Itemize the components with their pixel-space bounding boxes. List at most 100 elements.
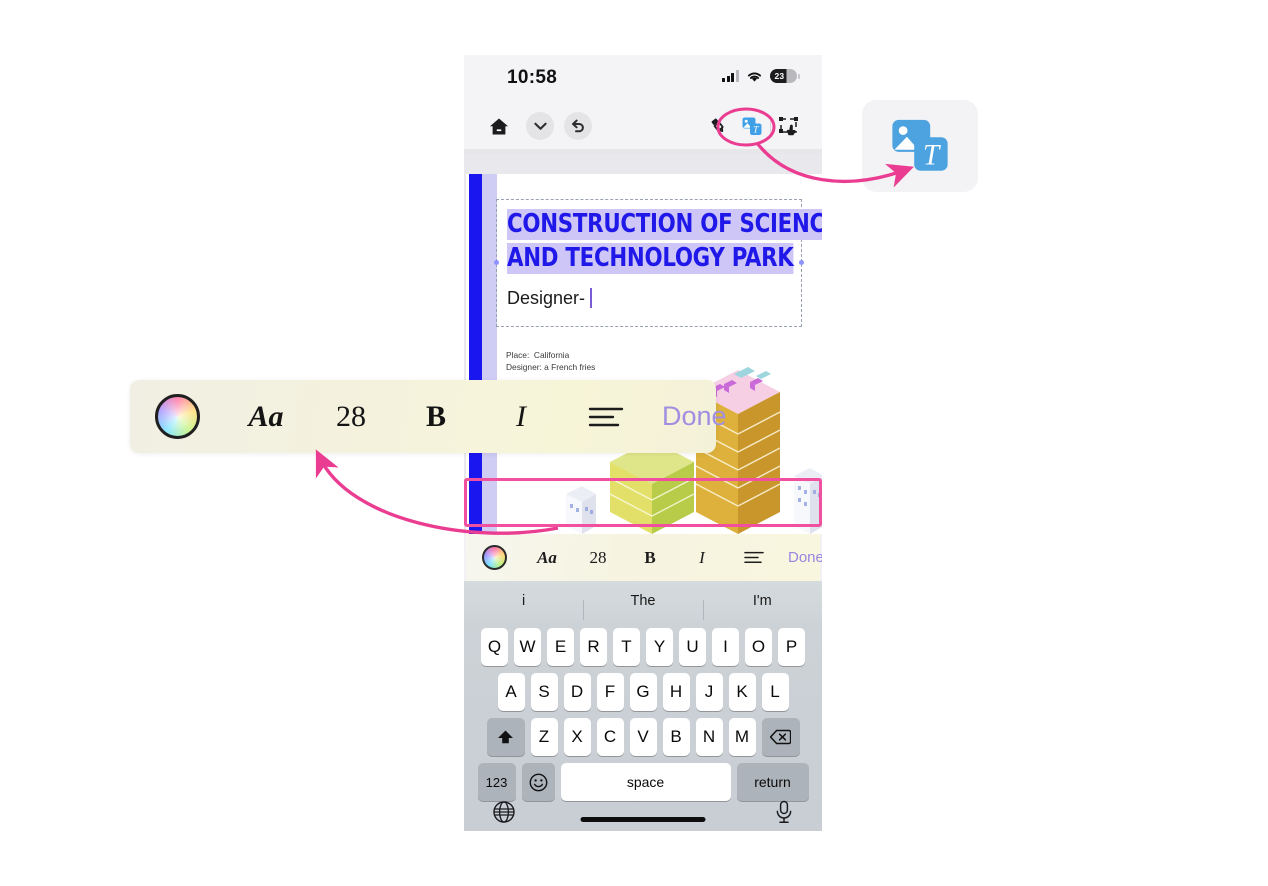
keyboard-suggestions: i The I'm (464, 581, 822, 621)
backspace-key[interactable] (761, 718, 800, 756)
on-screen-keyboard[interactable]: QWERTYUIOP ASDFGHJKL ZXCVBNM 123 space r… (464, 621, 822, 831)
globe-icon[interactable] (492, 800, 516, 829)
image-text-icon[interactable]: T (735, 111, 769, 141)
microphone-icon[interactable] (774, 800, 794, 829)
magnified-bold-button[interactable]: B (394, 400, 478, 434)
italic-label: I (699, 547, 705, 567)
font-label: Aa (537, 547, 557, 567)
key-u[interactable]: U (679, 628, 706, 666)
keyboard-row-4: 123 space return (464, 763, 822, 801)
status-bar: 10:58 23 (464, 55, 822, 103)
key-t[interactable]: T (613, 628, 640, 666)
key-a[interactable]: A (497, 673, 525, 711)
suggestion-item[interactable]: The (583, 593, 702, 620)
home-icon[interactable] (482, 111, 516, 141)
document-page: CONSTRUCTION OF SCIENCE AND TECHNOLOGY P… (466, 174, 822, 534)
page-accent-bar (469, 174, 482, 534)
page-accent-bar-light (482, 174, 497, 534)
numbers-key[interactable]: 123 (477, 763, 516, 801)
magnified-text-align-left-icon[interactable] (564, 405, 648, 429)
key-h[interactable]: H (662, 673, 690, 711)
magnified-format-toolbar: Aa 28 B I Done (130, 380, 727, 453)
suggestion-item[interactable]: i (464, 593, 583, 609)
status-time: 10:58 (507, 67, 558, 88)
key-d[interactable]: D (563, 673, 591, 711)
text-align-left-icon[interactable] (728, 551, 780, 564)
key-v[interactable]: V (629, 718, 657, 756)
suggestion-item[interactable]: I'm (702, 593, 822, 620)
format-toolbar[interactable]: Aa 28 B I Done (466, 534, 822, 581)
subtitle-text: Designer- (507, 288, 586, 308)
done-label: Done (788, 549, 822, 566)
magnified-font-size-label: 28 (336, 399, 366, 433)
cellular-bars-icon (722, 70, 739, 82)
home-indicator (580, 817, 706, 822)
bold-label: B (644, 547, 656, 567)
resize-handle-left[interactable] (494, 260, 499, 265)
key-p[interactable]: P (778, 628, 805, 666)
key-l[interactable]: L (761, 673, 789, 711)
key-j[interactable]: J (695, 673, 723, 711)
magnified-icon-callout: T (862, 100, 978, 192)
return-key[interactable]: return (736, 763, 809, 801)
status-indicators: 23 (722, 69, 800, 83)
text-caret (590, 288, 592, 308)
undo-icon[interactable] (564, 112, 592, 140)
key-q[interactable]: Q (481, 628, 508, 666)
shift-key[interactable] (486, 718, 525, 756)
svg-text:T: T (753, 125, 759, 135)
key-w[interactable]: W (514, 628, 541, 666)
emoji-icon[interactable] (521, 763, 555, 801)
color-wheel-icon[interactable] (466, 545, 522, 570)
magnified-font-label: Aa (248, 399, 284, 433)
key-g[interactable]: G (629, 673, 657, 711)
key-b[interactable]: B (662, 718, 690, 756)
magnified-image-text-icon: T (892, 119, 948, 171)
key-e[interactable]: E (547, 628, 574, 666)
key-n[interactable]: N (695, 718, 723, 756)
key-c[interactable]: C (596, 718, 624, 756)
battery-level: 23 (774, 71, 785, 81)
bold-button[interactable]: B (624, 548, 676, 568)
key-x[interactable]: X (563, 718, 591, 756)
crop-select-icon[interactable] (772, 111, 806, 141)
wifi-icon (747, 71, 762, 82)
done-button[interactable]: Done (788, 549, 822, 566)
title-line-1: CONSTRUCTION OF SCIENCE (507, 209, 822, 241)
key-f[interactable]: F (596, 673, 624, 711)
magnified-done-button[interactable]: Done (662, 401, 727, 432)
selected-text-box[interactable]: CONSTRUCTION OF SCIENCE AND TECHNOLOGY P… (494, 199, 822, 327)
key-o[interactable]: O (745, 628, 772, 666)
magnified-bold-label: B (425, 399, 446, 433)
italic-button[interactable]: I (676, 548, 728, 568)
magnified-font-size-button[interactable]: 28 (308, 400, 394, 434)
document-subtitle: Designer- (507, 288, 592, 309)
key-y[interactable]: Y (646, 628, 673, 666)
magnified-color-wheel-icon[interactable] (130, 394, 224, 439)
key-r[interactable]: R (580, 628, 607, 666)
space-key[interactable]: space (560, 763, 731, 801)
key-k[interactable]: K (728, 673, 756, 711)
key-z[interactable]: Z (530, 718, 558, 756)
toolbar-divider (770, 116, 771, 136)
magnified-font-button[interactable]: Aa (224, 400, 308, 434)
key-s[interactable]: S (530, 673, 558, 711)
font-size-label: 28 (589, 547, 607, 567)
font-size-button[interactable]: 28 (572, 548, 624, 568)
document-title: CONSTRUCTION OF SCIENCE AND TECHNOLOGY P… (507, 209, 822, 275)
battery-icon: 23 (770, 69, 800, 83)
document-canvas[interactable]: CONSTRUCTION OF SCIENCE AND TECHNOLOGY P… (464, 154, 822, 534)
key-i[interactable]: I (712, 628, 739, 666)
keyboard-row-3: ZXCVBNM (464, 718, 822, 756)
meta-line-1: Place: California (506, 350, 570, 360)
key-m[interactable]: M (728, 718, 756, 756)
keyboard-row-1: QWERTYUIOP (464, 628, 822, 666)
font-button[interactable]: Aa (522, 548, 572, 568)
highlighter-pen-icon[interactable] (701, 111, 735, 141)
app-toolbar: T (464, 103, 822, 149)
keyboard-row-2: ASDFGHJKL (464, 673, 822, 711)
keyboard-bottom-row (464, 797, 822, 831)
magnified-italic-label: I (516, 399, 526, 433)
magnified-italic-button[interactable]: I (478, 400, 564, 434)
chevron-down-icon[interactable] (526, 112, 554, 140)
